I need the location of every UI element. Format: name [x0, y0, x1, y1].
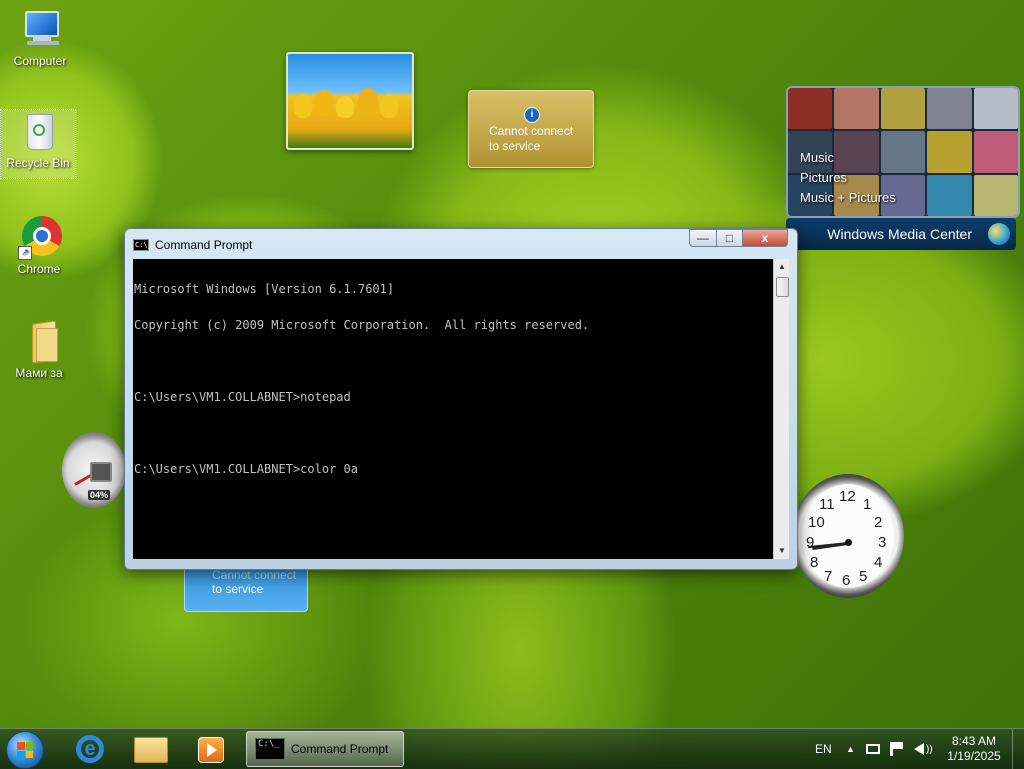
- scroll-thumb[interactable]: [776, 277, 789, 297]
- taskbar-task-label: Command Prompt: [291, 742, 389, 756]
- media-center-title: Windows Media Center: [827, 226, 972, 242]
- folder-icon: [18, 320, 60, 364]
- taskbar-explorer[interactable]: [124, 731, 176, 767]
- window-title: Command Prompt: [155, 238, 253, 252]
- cpu-chip-icon: [90, 462, 112, 482]
- folder-icon: [134, 737, 168, 763]
- clock-number-2: 2: [874, 514, 883, 531]
- volume-icon[interactable]: )): [914, 729, 933, 769]
- close-button[interactable]: x: [742, 229, 788, 247]
- clock-number-5: 5: [859, 568, 868, 585]
- desktop-icon-label: Recycle Bin: [6, 156, 70, 170]
- media-menu-music-pictures[interactable]: Music + Pictures: [800, 188, 896, 208]
- desktop-icon-label: Computer: [13, 54, 67, 68]
- tulips-image: [288, 88, 412, 148]
- clock-gadget[interactable]: 12 1 2 3 4 5 6 7 8 9 10 11: [792, 474, 904, 598]
- taskbar-media-player[interactable]: [184, 731, 236, 767]
- taskbar-clock[interactable]: 8:43 AM 1/19/2025: [942, 734, 1006, 764]
- desktop-icon-label: Мами за: [15, 366, 63, 380]
- media-center-gadget[interactable]: Music Pictures Music + Pictures: [786, 86, 1020, 218]
- clock-number-10: 10: [808, 514, 825, 531]
- scroll-down-arrow-icon[interactable]: ▼: [774, 543, 790, 559]
- desktop-icon-recycle-bin[interactable]: Recycle Bin: [0, 109, 76, 179]
- weather-message-line1: Cannot connect: [489, 124, 574, 138]
- clock-center: [845, 539, 852, 546]
- clock-face: 12 1 2 3 4 5 6 7 8 9 10 11: [802, 484, 894, 589]
- vertical-scrollbar[interactable]: ▲ ▼: [773, 259, 789, 559]
- slideshow-gadget[interactable]: [286, 52, 414, 150]
- weather-message-line2: to service: [489, 139, 541, 153]
- computer-icon: [19, 8, 61, 50]
- clock-date: 1/19/2025: [947, 749, 1001, 763]
- console-line: C:\Users\VM1.COLLABNET>notepad: [134, 390, 351, 404]
- cpu-percent: 04%: [88, 490, 111, 500]
- weather-gadget[interactable]: i Cannot connect to service: [468, 90, 594, 168]
- desktop-icon-computer[interactable]: Computer: [3, 8, 77, 68]
- weather-message-line2: to service: [212, 582, 264, 596]
- cpu-meter-gadget[interactable]: 04%: [62, 432, 126, 508]
- console-line: C:\Users\VM1.COLLABNET>color 0a: [134, 462, 358, 476]
- desktop-icon-folder[interactable]: Мами за: [2, 320, 76, 380]
- windows-logo-icon: [17, 742, 33, 758]
- maximize-button[interactable]: □: [716, 229, 743, 247]
- windows-logo-icon: [988, 223, 1010, 245]
- minimize-button[interactable]: —: [689, 229, 717, 247]
- clock-number-8: 8: [810, 554, 819, 571]
- show-desktop-button[interactable]: [1012, 729, 1024, 769]
- media-menu-music[interactable]: Music: [800, 148, 896, 168]
- clock-number-11: 11: [819, 496, 835, 513]
- console-line: Copyright (c) 2009 Microsoft Corporation…: [134, 318, 590, 332]
- cmd-app-icon: C:\_: [255, 738, 285, 760]
- action-center-flag-icon[interactable]: [890, 729, 903, 769]
- desktop-icon-chrome[interactable]: ↗ Chrome: [2, 216, 76, 276]
- console-output[interactable]: Microsoft Windows [Version 6.1.7601] Cop…: [133, 259, 773, 559]
- command-prompt-window[interactable]: C:\_ Command Prompt — □ x Microsoft Wind…: [124, 228, 798, 570]
- chrome-icon: ↗: [18, 216, 62, 260]
- network-icon[interactable]: [866, 729, 880, 769]
- clock-number-1: 1: [863, 496, 872, 513]
- desktop-icon-label: Chrome: [17, 262, 61, 276]
- media-center-bar[interactable]: Windows Media Center: [786, 218, 1016, 250]
- clock-number-4: 4: [874, 554, 883, 571]
- taskbar: e C:\_ Command Prompt EN ▲ )) 8:43 AM 1/…: [0, 728, 1024, 769]
- info-icon: i: [524, 107, 540, 123]
- show-hidden-icons-icon[interactable]: ▲: [846, 729, 855, 769]
- clock-number-7: 7: [824, 568, 833, 585]
- taskbar-internet-explorer[interactable]: e: [64, 731, 116, 767]
- internet-explorer-icon: e: [76, 735, 104, 763]
- language-indicator[interactable]: EN: [815, 729, 832, 769]
- taskbar-command-prompt[interactable]: C:\_ Command Prompt: [246, 731, 404, 767]
- cmd-app-icon: C:\_: [133, 239, 152, 251]
- scroll-up-arrow-icon[interactable]: ▲: [774, 259, 790, 275]
- weather-message-line1: Cannot connect: [212, 568, 297, 582]
- clock-number-3: 3: [878, 534, 887, 551]
- clock-number-6: 6: [842, 572, 851, 589]
- start-button[interactable]: [6, 731, 44, 769]
- media-player-icon: [198, 737, 224, 763]
- window-title-bar[interactable]: C:\_ Command Prompt: [133, 235, 252, 255]
- clock-time: 8:43 AM: [951, 734, 997, 748]
- clock-number-12: 12: [839, 488, 856, 505]
- media-menu-pictures[interactable]: Pictures: [800, 168, 896, 188]
- recycle-bin-icon: [17, 110, 59, 152]
- console-line: Microsoft Windows [Version 6.1.7601]: [134, 282, 395, 296]
